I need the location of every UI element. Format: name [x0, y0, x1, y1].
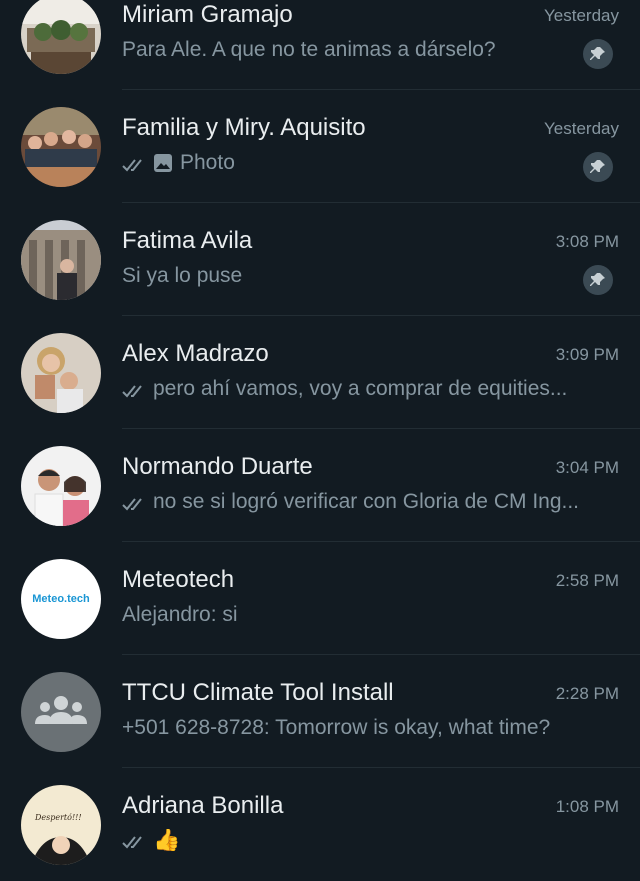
chat-name: TTCU Climate Tool Install	[122, 679, 394, 706]
chat-time: 3:08 PM	[555, 232, 619, 251]
double-check-icon	[122, 155, 148, 172]
group-icon	[33, 694, 89, 731]
chat-preview-text: Alejandro: si	[122, 603, 238, 626]
chat-time: 3:09 PM	[555, 345, 619, 364]
chat-preview: Para Ale. A que no te animas a dárselo?	[122, 38, 580, 62]
pin-icon	[583, 265, 613, 295]
chat-preview-text: pero ahí vamos, voy a comprar de equitie…	[153, 377, 568, 400]
chat-preview: 👍	[122, 829, 580, 851]
chat-row-normando-duarte[interactable]: Normando Duarte 3:04 PM no se si logró v…	[0, 429, 640, 542]
double-check-icon	[122, 832, 148, 849]
avatar[interactable]	[21, 446, 101, 526]
chat-row-adriana-bonilla[interactable]: Despertó!!! Adriana Bonilla 1:08 PM 👍	[0, 768, 640, 881]
chat-row-alex-madrazo[interactable]: Alex Madrazo 3:09 PM pero ahí vamos, voy…	[0, 316, 640, 429]
chat-time: 2:28 PM	[555, 684, 619, 703]
pin-icon	[583, 152, 613, 182]
chat-name: Normando Duarte	[122, 453, 313, 480]
avatar[interactable]	[21, 672, 101, 752]
avatar[interactable]	[21, 220, 101, 300]
pin-icon	[583, 39, 613, 69]
chat-preview-text: Si ya lo puse	[122, 264, 243, 287]
avatar[interactable]	[21, 0, 101, 74]
chat-time: 2:58 PM	[555, 571, 619, 590]
chat-name: Alex Madrazo	[122, 340, 269, 367]
double-check-icon	[122, 494, 148, 511]
chat-preview-text: Para Ale. A que no te animas a dárselo?	[122, 38, 496, 61]
chat-row-familia-y-miry[interactable]: Familia y Miry. Aquisito Yesterday Photo	[0, 90, 640, 203]
avatar[interactable]: Despertó!!!	[21, 785, 101, 865]
chat-time: 1:08 PM	[555, 797, 619, 816]
photo-icon	[153, 153, 173, 173]
avatar[interactable]	[21, 107, 101, 187]
avatar[interactable]	[21, 333, 101, 413]
chat-row-meteotech[interactable]: Meteo.tech Meteotech 2:58 PM Alejandro: …	[0, 542, 640, 655]
chat-preview: no se si logró verificar con Gloria de C…	[122, 490, 580, 514]
chat-name: Fatima Avila	[122, 227, 253, 254]
chat-name: Meteotech	[122, 566, 235, 593]
chat-preview-text: no se si logró verificar con Gloria de C…	[153, 490, 580, 513]
chat-time: Yesterday	[544, 6, 619, 25]
avatar[interactable]: Meteo.tech	[21, 559, 101, 639]
chat-name: Miriam Gramajo	[122, 1, 293, 28]
chat-list: Miriam Gramajo Yesterday Para Ale. A que…	[0, 0, 640, 865]
chat-preview: Photo	[122, 151, 580, 175]
chat-preview: +501 628-8728: Tomorrow is okay, what ti…	[122, 716, 580, 740]
chat-row-miriam-gramajo[interactable]: Miriam Gramajo Yesterday Para Ale. A que…	[0, 0, 640, 90]
chat-row-ttcu-climate-tool-install[interactable]: TTCU Climate Tool Install 2:28 PM +501 6…	[0, 655, 640, 768]
chat-name: Adriana Bonilla	[122, 792, 284, 819]
chat-row-fatima-avila[interactable]: Fatima Avila 3:08 PM Si ya lo puse	[0, 203, 640, 316]
avatar-logo-text: Meteo.tech	[32, 593, 90, 605]
chat-preview: Alejandro: si	[122, 603, 580, 627]
chat-time: 3:04 PM	[555, 458, 619, 477]
chat-time: Yesterday	[544, 119, 619, 138]
chat-name: Familia y Miry. Aquisito	[122, 114, 366, 141]
chat-preview-text: Photo	[180, 151, 235, 174]
double-check-icon	[122, 381, 148, 398]
thumbs-up-emoji: 👍	[153, 829, 181, 851]
chat-preview-text: +501 628-8728: Tomorrow is okay, what ti…	[122, 716, 551, 739]
chat-preview: pero ahí vamos, voy a comprar de equitie…	[122, 377, 580, 401]
chat-preview: Si ya lo puse	[122, 264, 580, 288]
